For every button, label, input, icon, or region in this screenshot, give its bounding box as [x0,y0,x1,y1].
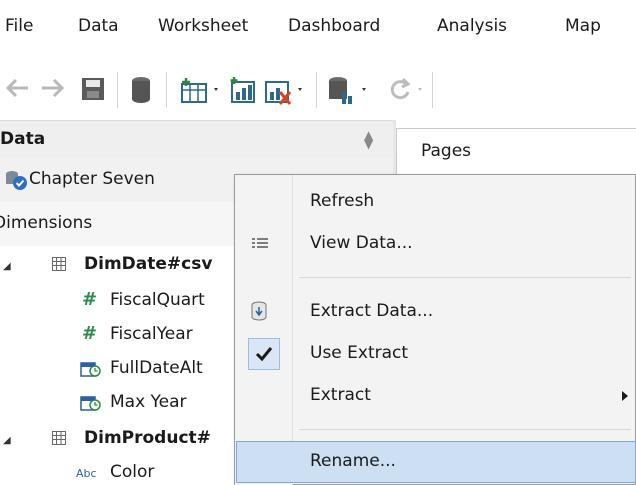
data-pane-title: Data [0,129,46,149]
number-field-icon: # [82,289,98,310]
pages-shelf-label: Pages [421,141,472,161]
toolbar-divider [316,72,317,108]
menu-item-label: Use Extract [310,343,409,363]
new-dashboard-icon[interactable] [228,76,258,108]
menu-analysis[interactable]: Analysis [437,16,507,36]
menu-separator [299,277,631,278]
toolbar-divider [166,72,167,108]
refresh-icon[interactable] [386,76,430,108]
back-arrow-icon[interactable] [4,76,30,104]
connect-data-icon[interactable] [326,76,374,110]
data-pane-header: Data ▲ ▼ [0,120,393,158]
field-label: Max Year [110,392,187,412]
forward-arrow-icon[interactable] [40,76,66,104]
field-label: DimProduct# [84,428,211,448]
data-source-connection-icon [4,168,30,196]
menu-item-label: Rename... [310,451,396,471]
toolbar-divider [432,72,433,108]
menu-bar: File Data Worksheet Dashboard Analysis M… [0,0,636,58]
menu-item-extract[interactable]: Extract [236,375,636,417]
dimensions-label: Dimensions [0,213,93,233]
field-label: FullDateAlt [110,358,203,378]
menu-dashboard[interactable]: Dashboard [288,16,380,36]
sort-icon[interactable]: ▲ ▼ [364,129,373,150]
calculated-date-icon [80,360,102,382]
menu-item-extract-data[interactable]: Extract Data... [236,291,636,333]
field-label: Color [110,462,155,482]
menu-data[interactable]: Data [78,16,119,36]
view-data-icon [251,236,269,255]
menu-item-refresh[interactable]: Refresh [236,181,636,223]
field-label: FiscalYear [110,324,193,344]
menu-item-label: Extract [310,385,371,405]
data-source-icon[interactable] [130,76,152,108]
calculated-date-icon [80,394,102,416]
extract-data-icon [250,301,270,327]
menu-separator [299,429,631,430]
table-icon [52,430,66,449]
menu-file[interactable]: File [5,16,33,36]
toolbar [0,58,636,120]
number-field-icon: # [82,323,98,344]
menu-item-view-data[interactable]: View Data... [236,223,636,265]
pages-shelf[interactable]: Pages [396,128,636,176]
collapse-triangle-icon[interactable]: ◢ [3,435,11,446]
field-label: DimDate#csv [84,254,213,274]
table-icon [52,256,66,275]
menu-worksheet[interactable]: Worksheet [158,16,248,36]
clear-sheet-icon[interactable] [264,76,308,110]
save-icon[interactable] [80,76,106,106]
menu-item-label: Extract Data... [310,301,434,321]
menu-item-label: View Data... [310,233,413,253]
menu-item-use-extract[interactable]: Use Extract [236,333,636,375]
string-field-icon: Abc [76,467,97,480]
menu-map[interactable]: Map [565,16,601,36]
context-menu: Refresh View Data... Extract Data... Use… [234,174,636,485]
new-worksheet-icon[interactable] [178,76,222,108]
field-label: FiscalQuart [110,290,205,310]
checkmark-box [248,338,280,370]
data-source-name: Chapter Seven [29,169,155,189]
menu-item-label: Refresh [310,191,375,211]
menu-item-rename[interactable]: Rename... [236,441,636,483]
collapse-triangle-icon[interactable]: ◢ [3,261,11,272]
toolbar-divider [117,72,118,108]
submenu-arrow-icon [622,391,628,401]
